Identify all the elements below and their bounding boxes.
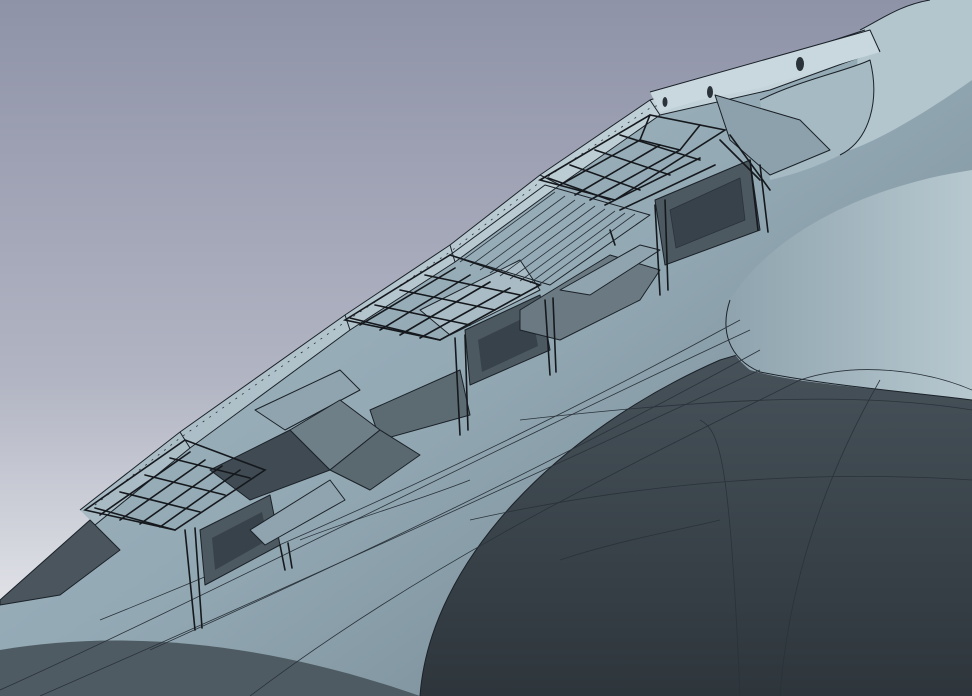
ship-model-render bbox=[0, 0, 972, 696]
cad-viewport[interactable] bbox=[0, 0, 972, 696]
